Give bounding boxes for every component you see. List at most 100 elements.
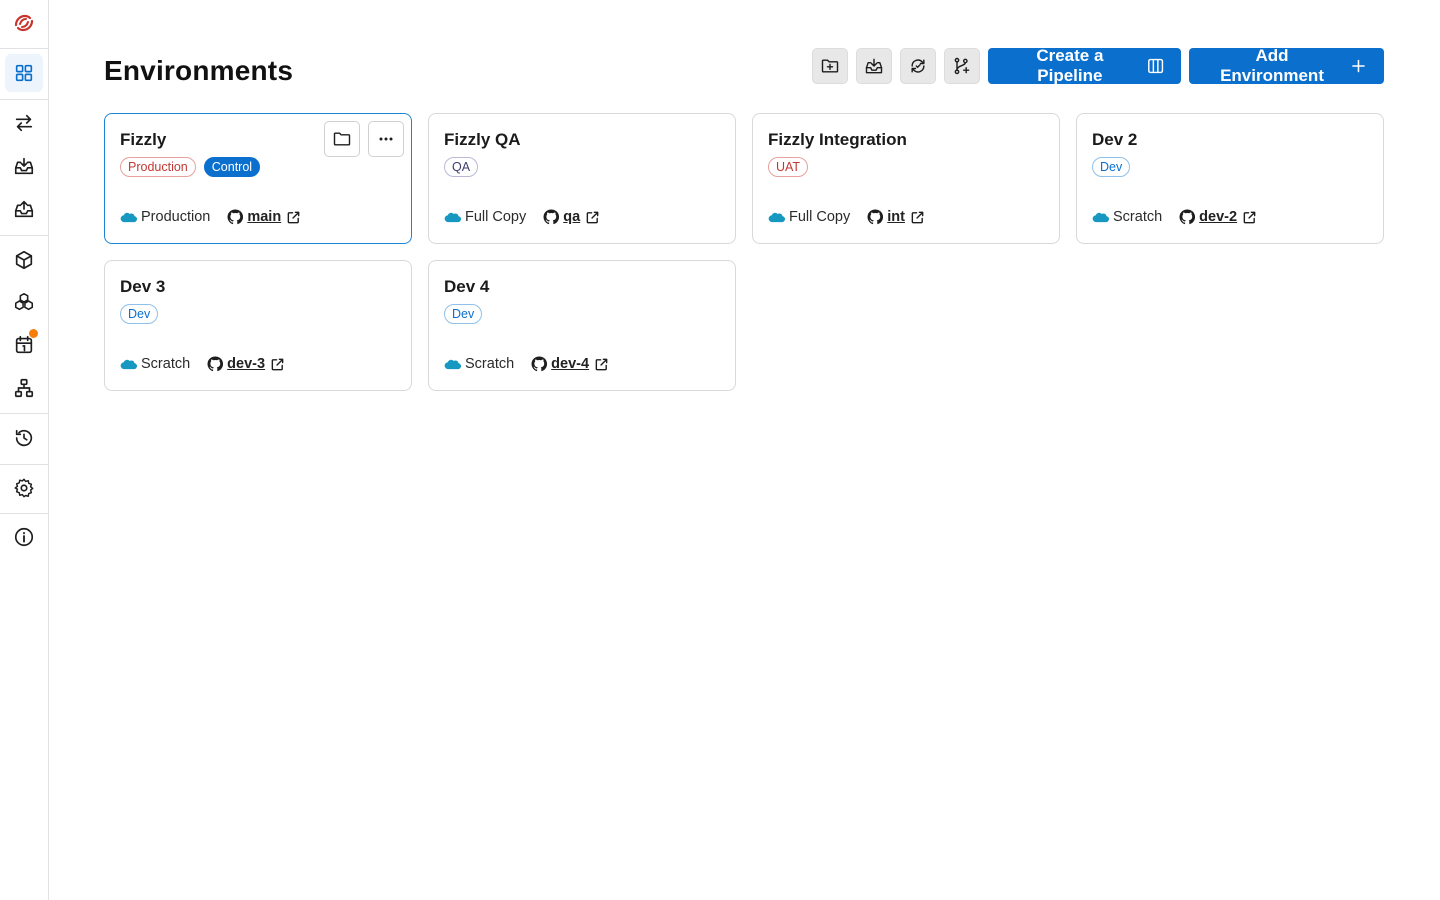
sidebar-item-settings[interactable]: [5, 469, 43, 507]
environment-name: Dev 3: [120, 277, 166, 296]
sidebar-item-compare[interactable]: [5, 104, 43, 142]
info-icon: [14, 527, 34, 547]
notification-dot: [28, 328, 39, 339]
inbox-in-icon: [865, 58, 883, 74]
badge-group: QA: [444, 157, 479, 177]
org-type: Scratch: [141, 356, 191, 372]
branch-link[interactable]: dev-2: [1199, 209, 1237, 225]
folder-icon: [333, 132, 351, 146]
card-footer: Full Copy qa: [444, 209, 600, 225]
branch-button[interactable]: [944, 48, 980, 84]
external-link-icon[interactable]: [594, 357, 609, 372]
github-icon: [207, 356, 224, 372]
environment-name: Fizzly Integration: [768, 130, 907, 149]
environment-card[interactable]: Fizzly QA QA Full Copy qa: [428, 113, 736, 244]
branch-link[interactable]: qa: [563, 209, 580, 225]
card-footer: Scratch dev-2: [1092, 209, 1257, 225]
external-link-icon[interactable]: [910, 210, 925, 225]
salesforce-cloud-icon: [444, 212, 461, 223]
arrows-swap-icon: [15, 114, 33, 132]
sidebar-divider: [0, 99, 48, 100]
sidebar-item-deploy[interactable]: [5, 190, 43, 228]
badge-group: Dev: [1092, 157, 1131, 177]
branch-link[interactable]: main: [247, 209, 281, 225]
external-link-icon[interactable]: [286, 210, 301, 225]
salesforce-cloud-icon: [768, 212, 785, 223]
status-badge: Dev: [120, 304, 159, 324]
branch-link[interactable]: dev-4: [551, 356, 589, 372]
sidebar-divider: [0, 413, 48, 414]
card-footer: Production main: [120, 209, 301, 225]
sidebar-divider: [0, 48, 48, 49]
github-icon: [227, 209, 244, 225]
ellipsis-icon: [379, 137, 393, 141]
status-badge: UAT: [768, 157, 809, 177]
folder-plus-icon: [821, 59, 839, 73]
add-environment-button[interactable]: Add Environment: [1189, 46, 1384, 85]
sidebar-item-info[interactable]: [5, 518, 43, 556]
salesforce-cloud-icon: [120, 359, 137, 370]
environment-name: Fizzly QA: [444, 130, 521, 149]
grid-icon: [15, 64, 33, 82]
branch-link[interactable]: int: [887, 209, 905, 225]
cubes-icon: [14, 292, 34, 311]
sidebar-item-bundles[interactable]: [5, 283, 43, 321]
badge-group: Production Control: [120, 157, 261, 177]
create-pipeline-label: Create a Pipeline: [1036, 46, 1104, 85]
salesforce-cloud-icon: [1092, 212, 1109, 223]
environment-card[interactable]: Dev 4 Dev Scratch dev-4: [428, 260, 736, 391]
card-footer: Scratch dev-3: [120, 356, 285, 372]
history-icon: [15, 429, 33, 447]
environment-card[interactable]: Dev 3 Dev Scratch dev-3: [104, 260, 412, 391]
status-badge: QA: [444, 157, 479, 177]
card-footer: Scratch dev-4: [444, 356, 609, 372]
app-logo-icon[interactable]: [12, 11, 36, 35]
columns-icon: [1147, 58, 1163, 74]
sidebar-item-history[interactable]: [5, 419, 43, 457]
org-type: Full Copy: [465, 209, 527, 225]
plus-icon: [1352, 59, 1365, 73]
retrieve-button[interactable]: [856, 48, 892, 84]
branch-link[interactable]: dev-3: [227, 356, 265, 372]
external-link-icon[interactable]: [585, 210, 600, 225]
status-badge: Dev: [1092, 157, 1131, 177]
external-link-icon[interactable]: [270, 357, 285, 372]
sidebar-divider: [0, 464, 48, 465]
gear-icon: [14, 478, 34, 498]
card-footer: Full Copy int: [768, 209, 925, 225]
sync-button[interactable]: [900, 48, 936, 84]
open-folder-button[interactable]: [324, 121, 360, 157]
sync-icon: [911, 59, 925, 73]
sidebar: [0, 0, 49, 900]
add-environment-label: Add Environment: [1220, 46, 1324, 85]
status-badge: Dev: [444, 304, 483, 324]
sidebar-divider: [0, 235, 48, 236]
org-type: Scratch: [465, 356, 515, 372]
environment-card[interactable]: Fizzly Production Control Production mai…: [104, 113, 412, 244]
salesforce-cloud-icon: [120, 212, 137, 223]
github-icon: [531, 356, 548, 372]
github-icon: [543, 209, 560, 225]
new-folder-button[interactable]: [812, 48, 848, 84]
badge-group: Dev: [120, 304, 159, 324]
status-badge: Production: [120, 157, 196, 177]
sidebar-item-retrieve[interactable]: [5, 147, 43, 185]
org-type: Production: [141, 209, 211, 225]
org-type: Scratch: [1113, 209, 1163, 225]
create-pipeline-button[interactable]: Create a Pipeline: [988, 46, 1181, 85]
environment-card[interactable]: Fizzly Integration UAT Full Copy int: [752, 113, 1060, 244]
sidebar-item-pipelines[interactable]: [5, 369, 43, 407]
github-icon: [1179, 209, 1196, 225]
sidebar-item-environments[interactable]: [5, 54, 43, 92]
sidebar-item-packages[interactable]: [5, 241, 43, 279]
badge-group: UAT: [768, 157, 809, 177]
status-badge: Control: [203, 157, 261, 177]
org-type: Full Copy: [789, 209, 851, 225]
external-link-icon[interactable]: [1242, 210, 1257, 225]
badge-group: Dev: [444, 304, 483, 324]
git-branch-plus-icon: [954, 57, 970, 75]
more-options-button[interactable]: [368, 121, 404, 157]
page-title: Environments: [104, 55, 294, 86]
inbox-in-icon: [14, 157, 34, 175]
environment-card[interactable]: Dev 2 Dev Scratch dev-2: [1076, 113, 1384, 244]
